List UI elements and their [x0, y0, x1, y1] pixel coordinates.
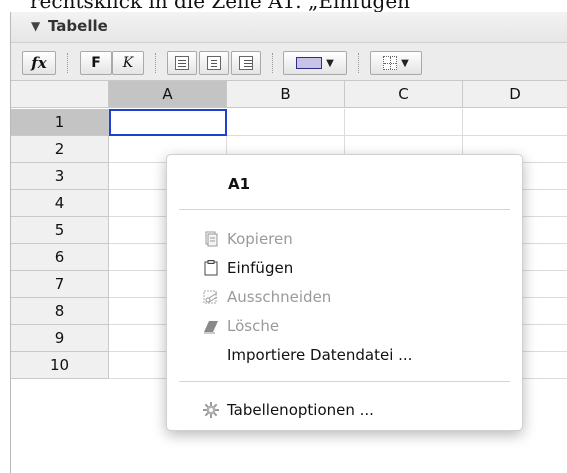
toolbar-divider — [358, 53, 359, 73]
corner-header[interactable] — [11, 81, 109, 108]
column-header-row: A B C D — [11, 81, 567, 109]
menu-item-label: Ausschneiden — [227, 288, 332, 306]
eraser-icon — [204, 321, 218, 334]
panel-title: Tabelle — [48, 17, 108, 35]
border-style-dropdown[interactable]: ▼ — [370, 51, 422, 75]
cell[interactable] — [227, 109, 345, 136]
column-header-d[interactable]: D — [463, 81, 567, 108]
formula-button[interactable]: fx — [22, 51, 56, 75]
align-center-icon — [207, 56, 221, 70]
menu-item-label: Kopieren — [227, 230, 293, 248]
context-menu: A1 Kopieren Einfügen Ausschneiden Lösche… — [166, 154, 523, 431]
menu-divider — [179, 209, 510, 210]
bold-label: F — [91, 55, 101, 71]
menu-item-label: Lösche — [227, 317, 280, 335]
menu-item-import-data-file[interactable]: Importiere Datendatei ... — [197, 343, 507, 367]
color-swatch-icon — [296, 57, 323, 69]
spreadsheet-toolbar: fx F K ▼ ▼ — [11, 43, 567, 81]
menu-item-cut[interactable]: Ausschneiden — [197, 285, 507, 309]
menu-item-label: Importiere Datendatei ... — [227, 346, 413, 364]
table-row: 1 — [11, 109, 567, 136]
align-left-button[interactable] — [167, 51, 197, 75]
bold-button[interactable]: F — [80, 51, 112, 75]
toolbar-divider — [67, 53, 68, 73]
cut-icon — [203, 290, 218, 304]
row-header[interactable]: 10 — [11, 352, 109, 379]
fx-icon: fx — [31, 54, 47, 72]
align-right-button[interactable] — [231, 51, 261, 75]
row-header[interactable]: 3 — [11, 163, 109, 190]
row-header[interactable]: 8 — [11, 298, 109, 325]
toolbar-divider — [272, 53, 273, 73]
italic-button[interactable]: K — [112, 51, 144, 75]
row-header[interactable]: 7 — [11, 271, 109, 298]
paste-icon — [204, 260, 218, 276]
border-grid-icon — [383, 56, 398, 70]
align-right-icon — [239, 56, 253, 70]
background-color-dropdown[interactable]: ▼ — [283, 51, 347, 75]
row-header[interactable]: 6 — [11, 244, 109, 271]
menu-item-delete[interactable]: Lösche — [197, 314, 507, 338]
chevron-down-icon: ▼ — [326, 57, 334, 69]
row-header[interactable]: 9 — [11, 325, 109, 352]
cell[interactable] — [345, 109, 463, 136]
column-header-b[interactable]: B — [227, 81, 345, 108]
cell[interactable] — [463, 109, 567, 136]
row-header[interactable]: 4 — [11, 190, 109, 217]
row-header[interactable]: 5 — [11, 217, 109, 244]
page-caption: rechtsklick in die Zelle A1. „Einfügen“ — [30, 0, 421, 12]
panel-header: ▼ Tabelle — [11, 12, 567, 43]
menu-item-label: Einfügen — [227, 259, 294, 277]
context-menu-title: A1 — [228, 175, 251, 193]
toolbar-divider — [155, 53, 156, 73]
active-cell[interactable] — [109, 109, 227, 136]
menu-item-spreadsheet-options[interactable]: Tabellenoptionen ... — [197, 398, 507, 422]
gear-icon — [203, 402, 219, 418]
collapse-toggle-icon[interactable]: ▼ — [31, 19, 40, 33]
menu-divider — [179, 381, 510, 382]
copy-icon — [205, 231, 218, 247]
column-header-c[interactable]: C — [345, 81, 463, 108]
italic-label: K — [122, 55, 134, 71]
menu-item-copy[interactable]: Kopieren — [197, 227, 507, 251]
align-center-button[interactable] — [199, 51, 229, 75]
align-left-icon — [175, 56, 189, 70]
chevron-down-icon: ▼ — [401, 57, 409, 69]
column-header-a[interactable]: A — [109, 81, 227, 108]
row-header[interactable]: 2 — [11, 136, 109, 163]
row-header[interactable]: 1 — [11, 109, 109, 136]
menu-item-label: Tabellenoptionen ... — [227, 401, 374, 419]
menu-item-paste[interactable]: Einfügen — [197, 256, 507, 280]
